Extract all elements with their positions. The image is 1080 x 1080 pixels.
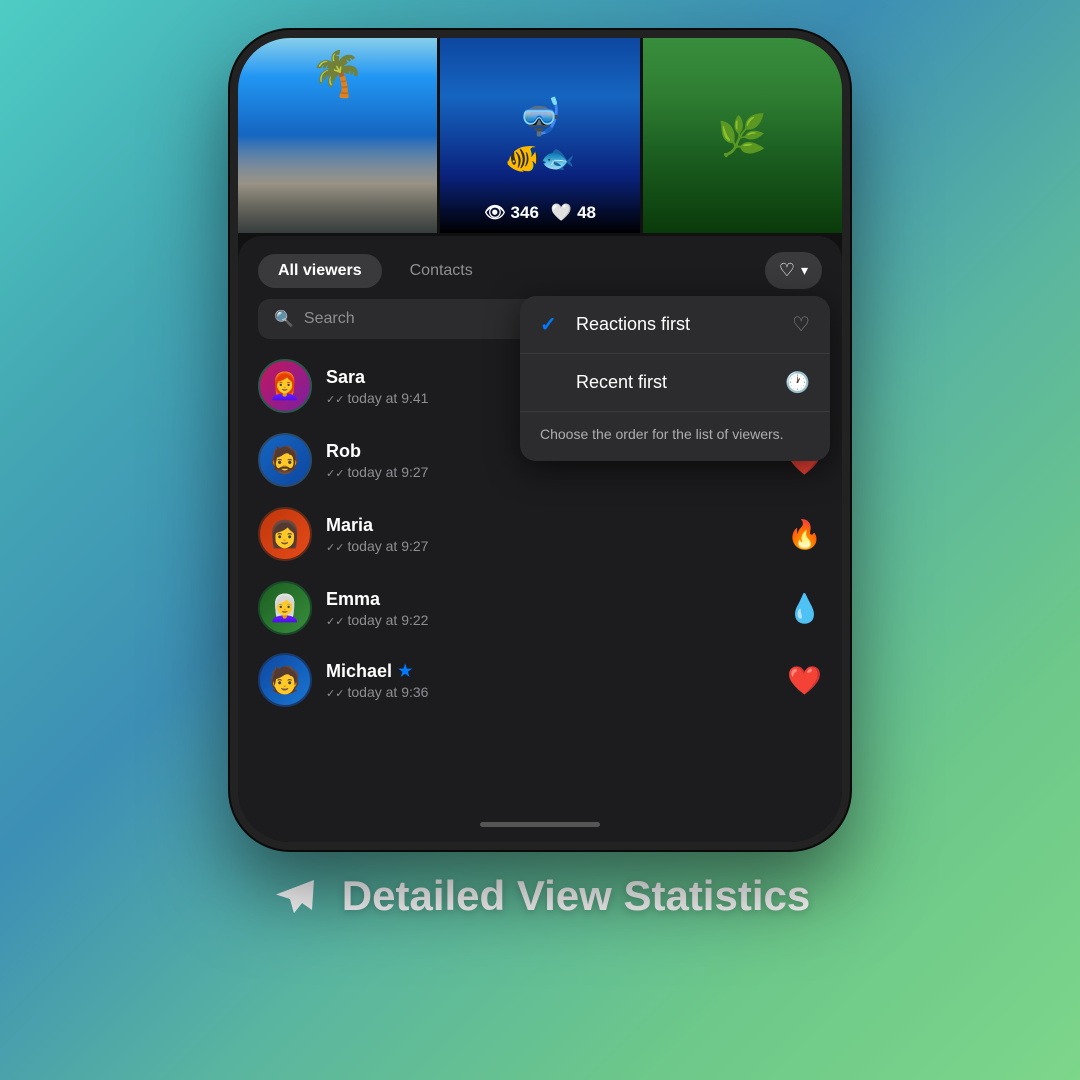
dropdown-menu: ✓ Reactions first ♡ Recent first 🕐 Choos… bbox=[520, 296, 830, 461]
sort-button[interactable]: ♡ ▾ bbox=[765, 252, 822, 289]
reaction-maria: 🔥 bbox=[787, 518, 822, 551]
search-placeholder: Search bbox=[304, 310, 355, 328]
viewer-time-rob: ✓✓ today at 9:27 bbox=[326, 464, 773, 480]
app-background: 🌴 🤿 🐠🐟 👁 346 🤍 bbox=[0, 0, 1080, 1080]
tabs-row: All viewers Contacts ♡ ▾ bbox=[238, 236, 842, 299]
viewer-name-maria: Maria bbox=[326, 515, 773, 536]
photo-1: 🌴 bbox=[238, 38, 437, 233]
likes-stat: 🤍 48 bbox=[551, 203, 596, 223]
search-icon: 🔍 bbox=[274, 309, 294, 329]
avatar-maria: 👩 bbox=[258, 507, 312, 561]
dropdown-info: Choose the order for the list of viewers… bbox=[520, 412, 830, 461]
viewer-info-emma: Emma ✓✓ today at 9:22 bbox=[326, 589, 773, 628]
viewer-name-michael: Michael ★ bbox=[326, 661, 773, 682]
viewer-time-emma: ✓✓ today at 9:22 bbox=[326, 612, 773, 628]
viewer-item-maria[interactable]: 👩 Maria ✓✓ today at 9:27 🔥 bbox=[246, 497, 834, 571]
views-stat: 👁 346 bbox=[484, 203, 539, 223]
telegram-logo-icon bbox=[270, 868, 326, 924]
reaction-emma: 💧 bbox=[787, 592, 822, 625]
reactions-first-label: Reactions first bbox=[576, 314, 780, 335]
dropdown-item-reactions-first[interactable]: ✓ Reactions first ♡ bbox=[520, 296, 830, 354]
viewer-time-maria: ✓✓ today at 9:27 bbox=[326, 538, 773, 554]
viewer-time-michael: ✓✓ today at 9:36 bbox=[326, 684, 773, 700]
footer: Detailed View Statistics bbox=[270, 868, 810, 924]
photo-grid: 🌴 🤿 🐠🐟 👁 346 🤍 bbox=[238, 38, 842, 233]
checkmark-icon: ✓ bbox=[540, 312, 564, 337]
avatar-sara: 👩‍🦰 bbox=[258, 359, 312, 413]
photo-2: 🤿 🐠🐟 👁 346 🤍 48 bbox=[440, 38, 639, 233]
premium-star-icon: ★ bbox=[398, 661, 412, 681]
avatar-rob: 🧔 bbox=[258, 433, 312, 487]
home-indicator bbox=[480, 822, 600, 827]
avatar-michael: 🧑 bbox=[258, 653, 312, 707]
phone-frame: 🌴 🤿 🐠🐟 👁 346 🤍 bbox=[230, 30, 850, 850]
avatar-emma: 👩‍🦳 bbox=[258, 581, 312, 635]
heart-filter-icon: ♡ bbox=[779, 260, 795, 281]
clock-icon: 🕐 bbox=[785, 370, 810, 395]
reaction-michael: ❤️ bbox=[787, 664, 822, 697]
eye-icon: 👁 bbox=[484, 203, 506, 223]
heart-stat-icon: 🤍 bbox=[551, 203, 572, 223]
footer-title: Detailed View Statistics bbox=[342, 872, 810, 920]
viewer-info-maria: Maria ✓✓ today at 9:27 bbox=[326, 515, 773, 554]
viewer-name-emma: Emma bbox=[326, 589, 773, 610]
tab-all-viewers[interactable]: All viewers bbox=[258, 254, 382, 288]
heart-dropdown-icon: ♡ bbox=[792, 312, 810, 337]
viewer-info-michael: Michael ★ ✓✓ today at 9:36 bbox=[326, 661, 773, 700]
phone-wrapper: 🌴 🤿 🐠🐟 👁 346 🤍 bbox=[230, 30, 850, 850]
viewer-item-emma[interactable]: 👩‍🦳 Emma ✓✓ today at 9:22 💧 bbox=[246, 571, 834, 645]
main-panel: All viewers Contacts ♡ ▾ 🔍 Search bbox=[238, 236, 842, 842]
viewer-item-michael[interactable]: 🧑 Michael ★ ✓✓ today at 9:36 ❤️ bbox=[246, 645, 834, 715]
photo-stats: 👁 346 🤍 48 bbox=[484, 203, 596, 223]
tab-contacts[interactable]: Contacts bbox=[390, 254, 493, 288]
bottom-bar bbox=[238, 806, 842, 842]
recent-first-label: Recent first bbox=[576, 372, 773, 393]
photo-3: 🌿 bbox=[643, 38, 842, 233]
chevron-down-icon: ▾ bbox=[801, 262, 808, 279]
dropdown-item-recent-first[interactable]: Recent first 🕐 bbox=[520, 354, 830, 412]
